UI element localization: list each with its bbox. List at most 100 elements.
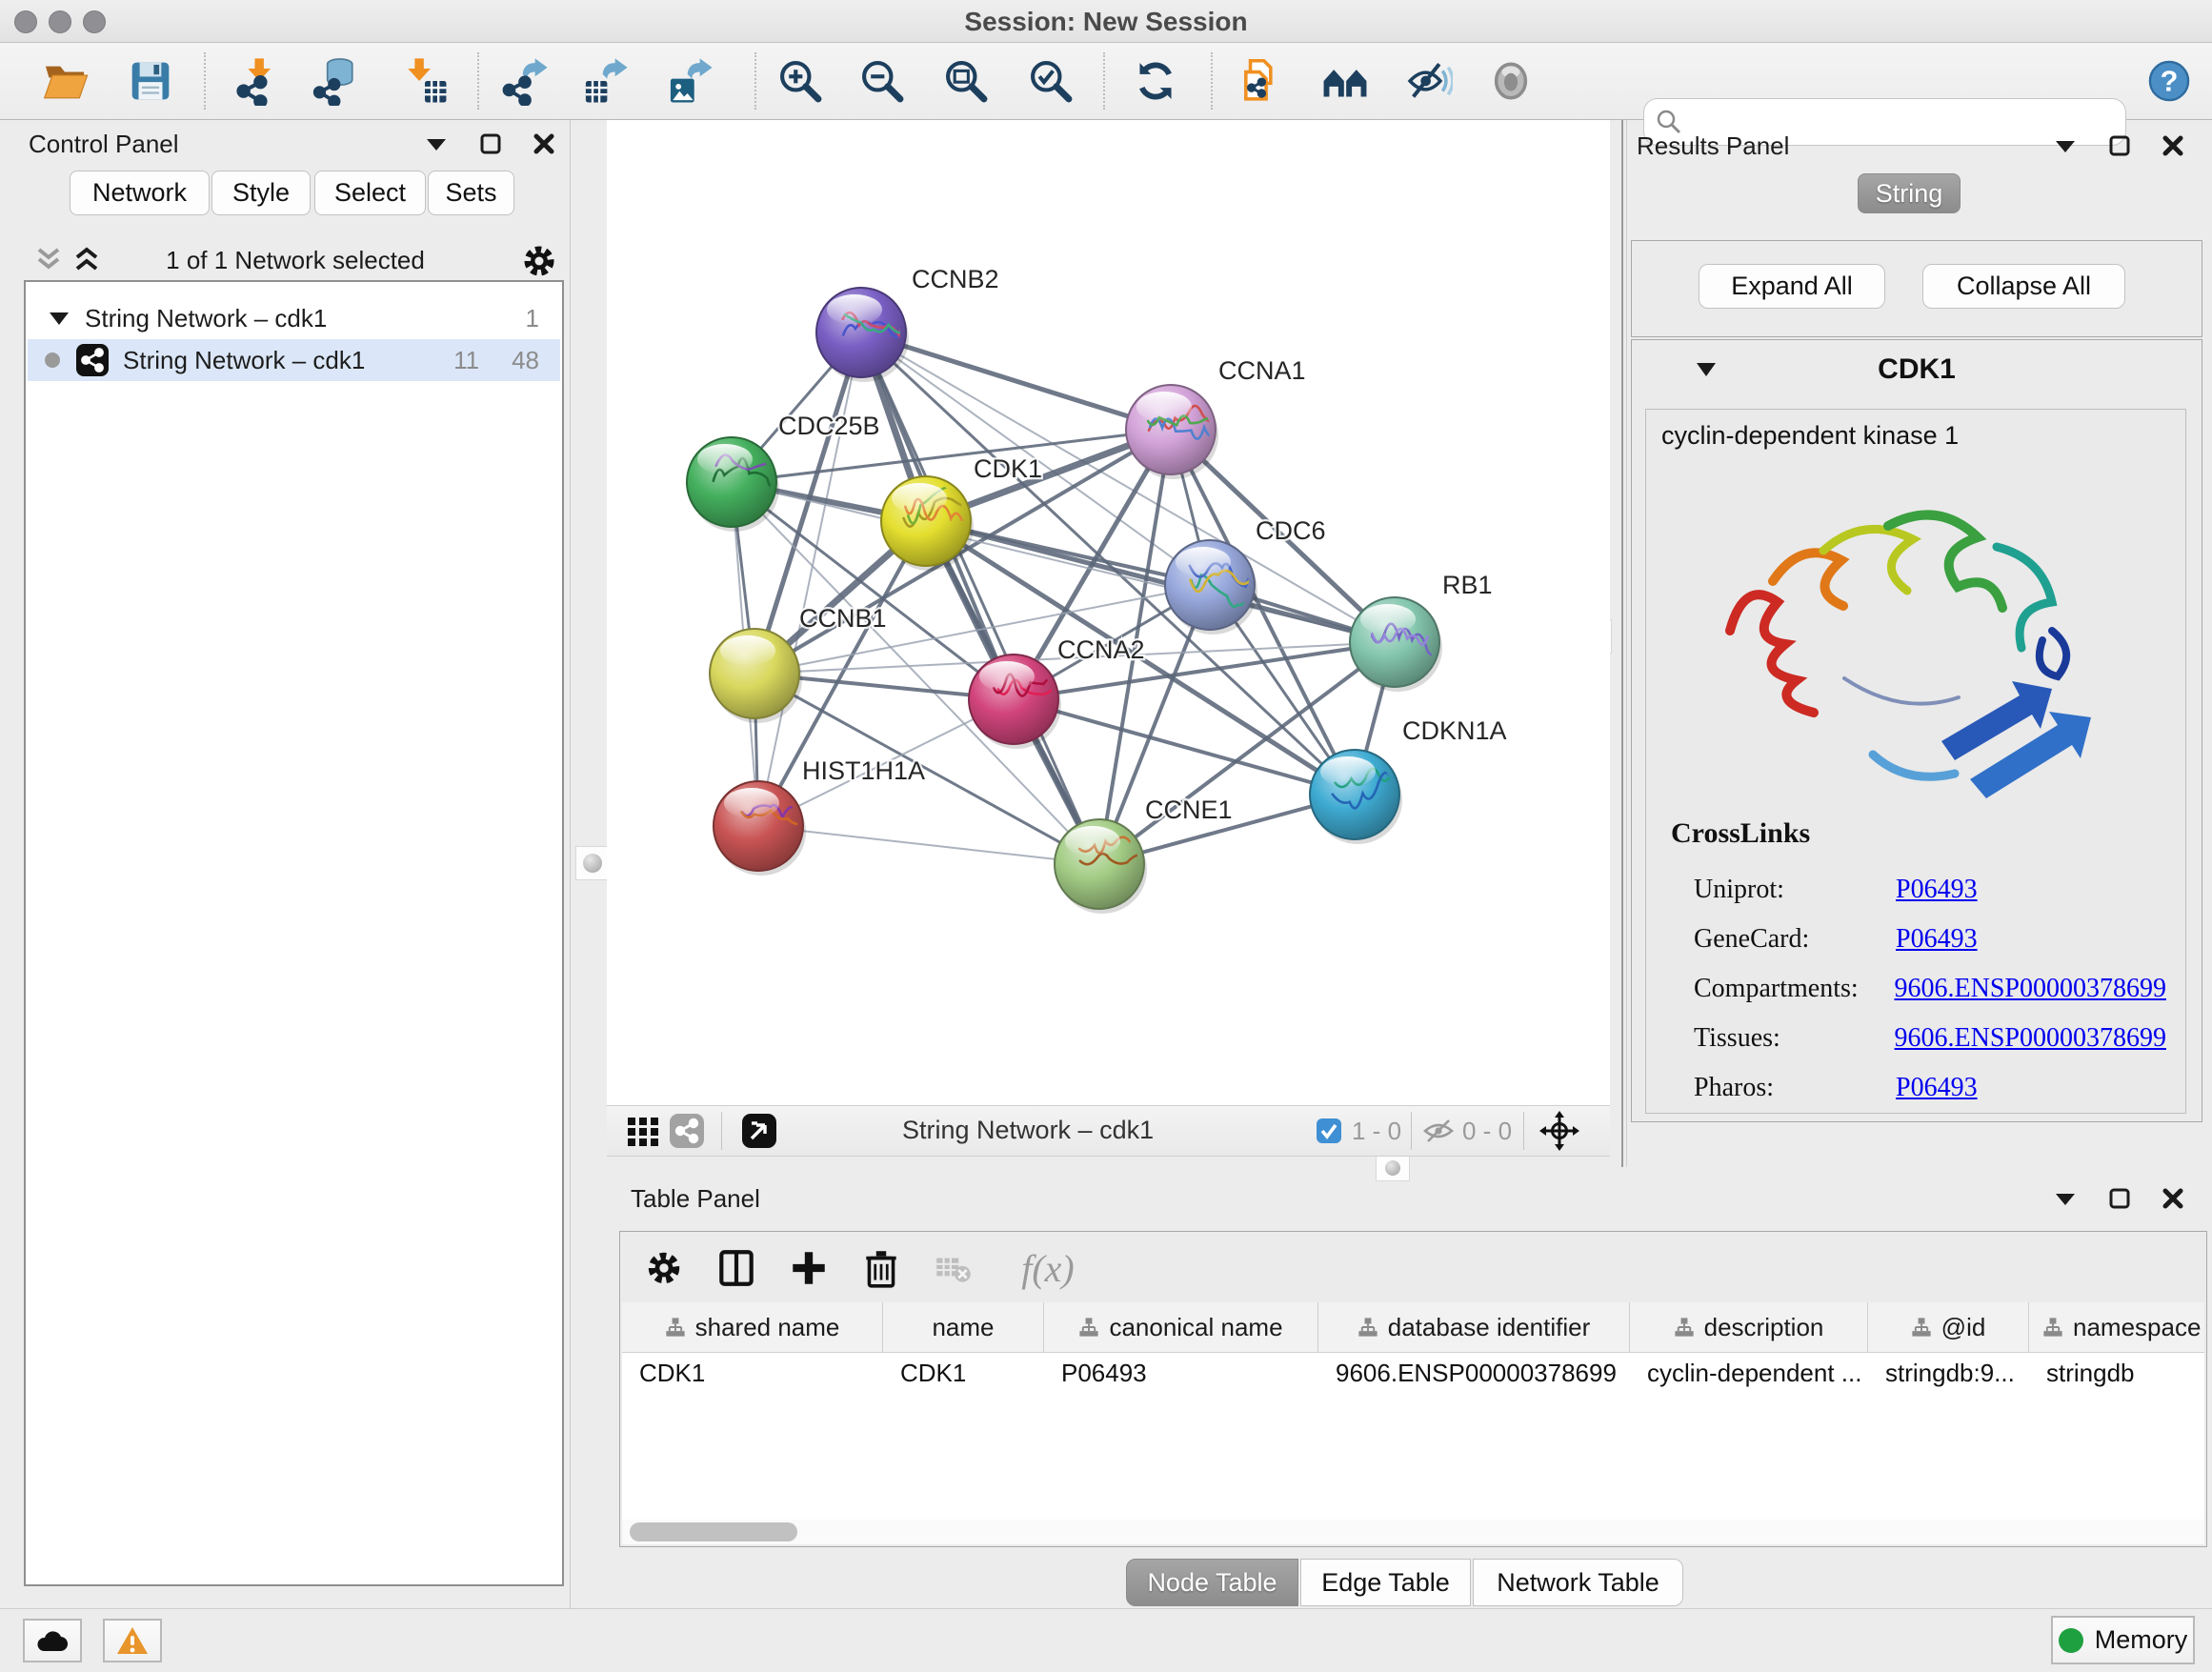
edge-CCNB2-HIST1H1A[interactable]: [758, 332, 861, 826]
node-CCNB1[interactable]: CCNB1: [710, 604, 887, 723]
add-column-icon[interactable]: [778, 1238, 839, 1299]
close-panel-icon[interactable]: [2162, 135, 2183, 156]
memory-button[interactable]: Memory: [2051, 1616, 2195, 1664]
crosslink-link[interactable]: 9606.ENSP00000378699: [1895, 1023, 2166, 1054]
collapse-panel-icon[interactable]: [425, 136, 448, 151]
crosslink-link[interactable]: P06493: [1896, 875, 1978, 905]
delete-column-icon[interactable]: [851, 1238, 912, 1299]
node-CCNA1[interactable]: CCNA1: [1126, 356, 1306, 479]
close-panel-icon[interactable]: [2162, 1188, 2183, 1209]
tab-edge-table[interactable]: Edge Table: [1300, 1559, 1471, 1606]
column-header[interactable]: database identifier: [1318, 1302, 1630, 1352]
node-label: CDK1: [974, 454, 1042, 483]
cell-canonical-name[interactable]: P06493: [1044, 1353, 1318, 1393]
crosslink-link[interactable]: 9606.ENSP00000378699: [1895, 974, 2166, 1004]
cell-database-identifier[interactable]: 9606.ENSP00000378699: [1318, 1353, 1630, 1393]
save-session-icon[interactable]: [124, 54, 177, 108]
crosslink-link[interactable]: P06493: [1896, 1073, 1978, 1103]
cell-id[interactable]: stringdb:9...: [1868, 1353, 2029, 1393]
network-collection-row[interactable]: String Network – cdk1 1: [28, 297, 560, 339]
column-header[interactable]: shared name: [622, 1302, 883, 1352]
node-gloss: [827, 294, 882, 325]
import-network-icon[interactable]: [231, 54, 285, 108]
tab-style[interactable]: Style: [211, 171, 311, 215]
table-gear-icon[interactable]: [633, 1238, 694, 1299]
column-header[interactable]: description: [1630, 1302, 1868, 1352]
cell-name[interactable]: CDK1: [883, 1353, 1044, 1393]
column-header[interactable]: name: [883, 1302, 1044, 1352]
column-header[interactable]: @id: [1868, 1302, 2029, 1352]
selected-checkbox-icon[interactable]: [1316, 1118, 1342, 1149]
collapse-panel-icon[interactable]: [2054, 138, 2077, 153]
export-image-icon[interactable]: [663, 54, 716, 108]
collapse-all-button[interactable]: Collapse All: [1922, 264, 2125, 309]
export-table-icon[interactable]: [578, 54, 632, 108]
open-session-icon[interactable]: [38, 54, 91, 108]
tab-string[interactable]: String: [1858, 173, 1961, 213]
open-in-window-icon[interactable]: [740, 1112, 778, 1155]
hidden-eye-icon[interactable]: [1422, 1118, 1455, 1149]
show-columns-icon[interactable]: [706, 1238, 767, 1299]
node-label: CCNB2: [912, 265, 999, 293]
houses-icon[interactable]: [1318, 54, 1372, 108]
network-selection-summary: 1 of 1 Network selected: [124, 246, 467, 275]
column-header[interactable]: canonical name: [1044, 1302, 1318, 1352]
zoom-selected-icon[interactable]: [1024, 54, 1077, 108]
birdseye-navigator-icon[interactable]: [1538, 1110, 1580, 1157]
crosslink-link[interactable]: P06493: [1896, 924, 1978, 955]
node-RB1[interactable]: RB1: [1350, 571, 1493, 692]
tree-expander-icon[interactable]: [49, 311, 70, 326]
collapse-all-networks-icon[interactable]: [34, 246, 63, 279]
toolbar-separator: [1211, 52, 1213, 110]
cell-namespace[interactable]: stringdb: [2029, 1353, 2204, 1393]
help-icon[interactable]: ?: [2142, 54, 2196, 108]
table-hscrollbar[interactable]: [622, 1520, 2204, 1544]
zoom-fit-icon[interactable]: [939, 54, 993, 108]
float-panel-icon[interactable]: [480, 133, 501, 154]
close-panel-icon[interactable]: [533, 133, 554, 154]
node-gloss: [892, 483, 947, 514]
collection-label: String Network – cdk1: [85, 304, 327, 333]
copy-network-icon[interactable]: [1233, 54, 1286, 108]
tab-node-table[interactable]: Node Table: [1126, 1559, 1298, 1606]
float-panel-icon[interactable]: [2109, 1188, 2130, 1209]
tab-network-table[interactable]: Network Table: [1473, 1559, 1683, 1606]
node-CDC25B[interactable]: CDC25B: [687, 412, 880, 532]
cloud-button[interactable]: [23, 1619, 82, 1662]
node-CDKN1A[interactable]: CDKN1A: [1310, 716, 1507, 844]
expand-all-button[interactable]: Expand All: [1699, 264, 1885, 309]
node-gloss: [979, 661, 1035, 692]
expand-all-networks-icon[interactable]: [72, 246, 101, 279]
collapse-panel-icon[interactable]: [2054, 1191, 2077, 1206]
section-heading: CDK1: [1632, 353, 2202, 386]
node-HIST1H1A[interactable]: HIST1H1A: [714, 756, 925, 876]
export-network-icon[interactable]: [498, 54, 552, 108]
float-panel-icon[interactable]: [2109, 135, 2130, 156]
tab-select[interactable]: Select: [314, 171, 426, 215]
network-canvas[interactable]: CCNB2CCNA1CDC25BCDK1CDC6RB1CCNB1CCNA2CDK…: [607, 120, 1610, 1105]
column-header[interactable]: namespace: [2029, 1302, 2204, 1352]
network-row[interactable]: String Network – cdk1 11 48: [28, 339, 560, 381]
cell-description[interactable]: cyclin-dependent ...: [1630, 1353, 1868, 1393]
node-CDK1[interactable]: CDK1: [881, 454, 1042, 571]
edge-HIST1H1A-CCNE1[interactable]: [758, 826, 1099, 864]
apply-layout-icon[interactable]: [1129, 54, 1182, 108]
table-row[interactable]: CDK1 CDK1 P06493 9606.ENSP00000378699 cy…: [622, 1353, 2204, 1393]
tab-sets[interactable]: Sets: [428, 171, 514, 215]
scrollbar-thumb[interactable]: [630, 1522, 797, 1541]
node-CCNE1[interactable]: CCNE1: [1055, 796, 1233, 914]
import-table-icon[interactable]: [398, 54, 452, 108]
node-CCNB2[interactable]: CCNB2: [816, 265, 999, 382]
cell-shared-name[interactable]: CDK1: [622, 1353, 883, 1393]
tab-network[interactable]: Network: [70, 171, 210, 215]
import-database-icon[interactable]: [309, 54, 362, 108]
hide-selected-icon[interactable]: [1401, 54, 1455, 108]
zoom-in-icon[interactable]: [774, 54, 827, 108]
grid-view-icon[interactable]: [624, 1112, 662, 1155]
show-hidden-icon[interactable]: [1484, 54, 1538, 108]
left-splitter-handle[interactable]: [575, 846, 610, 880]
network-view-share-icon[interactable]: [668, 1112, 706, 1155]
node-label: CCNE1: [1145, 796, 1233, 824]
warnings-button[interactable]: [103, 1619, 162, 1662]
zoom-out-icon[interactable]: [855, 54, 909, 108]
